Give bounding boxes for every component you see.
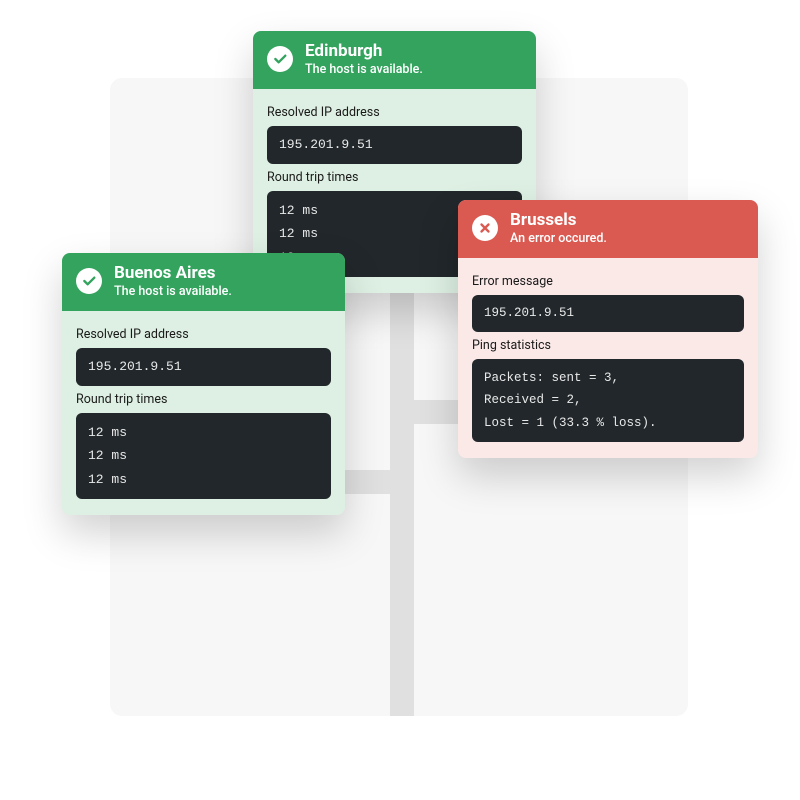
error-circle-icon bbox=[472, 215, 498, 241]
card-subtitle: The host is available. bbox=[114, 284, 232, 299]
card-subtitle: The host is available. bbox=[305, 62, 423, 77]
error-value: 195.201.9.51 bbox=[472, 295, 744, 332]
check-circle-icon bbox=[267, 46, 293, 72]
ip-value: 195.201.9.51 bbox=[76, 348, 331, 385]
check-circle-icon bbox=[76, 268, 102, 294]
card-header: Buenos Aires The host is available. bbox=[62, 253, 345, 311]
ping-stats-values: Packets: sent = 3, Received = 2, Lost = … bbox=[472, 359, 744, 443]
card-title: Buenos Aires bbox=[114, 263, 232, 283]
section-label-ip: Resolved IP address bbox=[267, 105, 522, 120]
section-label-error: Error message bbox=[472, 274, 744, 289]
status-card-buenos-aires: Buenos Aires The host is available. Reso… bbox=[62, 253, 345, 515]
rtt-values: 12 ms 12 ms 12 ms bbox=[76, 413, 331, 499]
section-label-pingstats: Ping statistics bbox=[472, 338, 744, 353]
card-header: Brussels An error occured. bbox=[458, 200, 758, 258]
section-label-rtt: Round trip times bbox=[267, 170, 522, 185]
section-label-rtt: Round trip times bbox=[76, 392, 331, 407]
card-header: Edinburgh The host is available. bbox=[253, 31, 536, 89]
card-title: Edinburgh bbox=[305, 41, 423, 61]
card-subtitle: An error occured. bbox=[510, 231, 607, 246]
section-label-ip: Resolved IP address bbox=[76, 327, 331, 342]
status-card-brussels: Brussels An error occured. Error message… bbox=[458, 200, 758, 458]
ip-value: 195.201.9.51 bbox=[267, 126, 522, 163]
card-title: Brussels bbox=[510, 210, 607, 230]
